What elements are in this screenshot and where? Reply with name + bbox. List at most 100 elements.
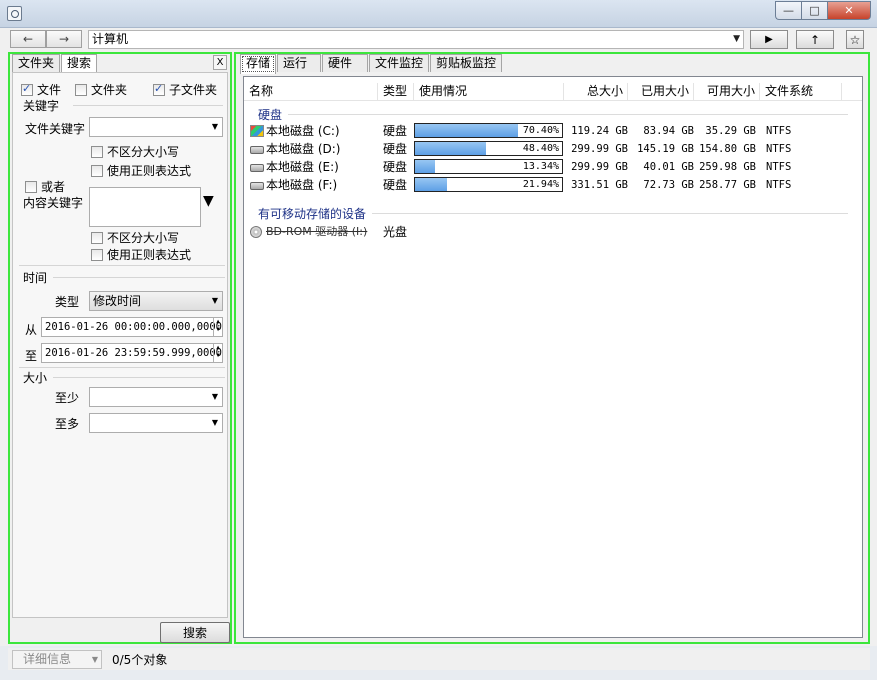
close-panel-button[interactable]: X xyxy=(213,55,227,70)
search-panel: 文件夹 搜索 X 文件 文件夹 子文件夹 关键字 文件关键字 ▼ 不区分大小写 … xyxy=(8,52,232,644)
address-bar: ← → 计算机 ▼ ▶ ↑ ☆ xyxy=(0,28,877,52)
status-inner: 详细信息 ▼ 0/5个对象 xyxy=(8,648,870,670)
drive-filesystem: NTFS xyxy=(766,143,792,155)
forward-button[interactable]: → xyxy=(46,30,82,48)
chevron-down-icon[interactable]: ▼ xyxy=(212,388,218,406)
group-hard-disks[interactable]: 硬盘 xyxy=(258,106,282,123)
drive-total: 299.99 GB xyxy=(571,143,628,155)
usage-percent: 13.34% xyxy=(522,161,559,172)
time-type-value: 修改时间 xyxy=(93,294,142,308)
drive-type: 硬盘 xyxy=(383,124,408,138)
file-regex-checkbox[interactable]: 使用正则表达式 xyxy=(91,162,191,179)
drive-list[interactable]: 名称 类型 使用情况 总大小 已用大小 可用大小 文件系统 硬盘 本地磁盘 (C… xyxy=(243,76,863,638)
table-row[interactable]: 本地磁盘 (C:) 硬盘 70.40% 119.24 GB 83.94 GB 35.29 … xyxy=(244,122,862,140)
or-label: 或者 xyxy=(41,180,66,194)
max-size-select[interactable]: ▼ xyxy=(89,413,223,433)
drive-name: 本地磁盘 (D:) xyxy=(266,142,341,156)
content-case-label: 不区分大小写 xyxy=(107,231,180,245)
checkbox-box xyxy=(91,146,103,158)
time-type-select[interactable]: 修改时间 ▼ xyxy=(89,291,223,311)
usage-percent: 21.94% xyxy=(522,179,559,190)
checkbox-box xyxy=(25,181,37,193)
detail-select[interactable]: 详细信息 ▼ xyxy=(12,650,102,669)
file-checkbox-label: 文件 xyxy=(37,83,62,97)
drive-free: 35.29 GB xyxy=(705,125,756,137)
close-window-button[interactable]: ✕ xyxy=(827,1,871,20)
maximize-button[interactable]: □ xyxy=(801,1,827,20)
chevron-down-icon[interactable]: ▼ xyxy=(92,651,98,668)
file-case-checkbox[interactable]: 不区分大小写 xyxy=(91,143,179,160)
folder-checkbox[interactable]: 文件夹 xyxy=(75,81,127,98)
chevron-down-icon[interactable]: ▼ xyxy=(733,31,740,48)
tab-folders[interactable]: 文件夹 xyxy=(12,54,61,72)
spinner-icon[interactable]: ▲ ▼ xyxy=(213,344,222,362)
table-row[interactable]: BD-ROM 驱动器 (I:) 光盘 xyxy=(244,223,862,241)
go-button[interactable]: ▶ xyxy=(750,30,788,49)
col-used[interactable]: 已用大小 xyxy=(628,83,694,100)
table-row[interactable]: 本地磁盘 (D:) 硬盘 48.40% 299.99 GB 145.19 GB 154.8… xyxy=(244,140,862,158)
status-bar: 详细信息 ▼ 0/5个对象 xyxy=(0,646,877,680)
subfolder-checkbox[interactable]: 子文件夹 xyxy=(153,81,217,98)
drive-total: 119.24 GB xyxy=(571,125,628,137)
col-usage[interactable]: 使用情况 xyxy=(414,83,564,100)
content-regex-checkbox[interactable]: 使用正则表达式 xyxy=(91,246,191,263)
file-checkbox[interactable]: 文件 xyxy=(21,81,61,98)
col-name[interactable]: 名称 xyxy=(244,83,378,100)
tab-search[interactable]: 搜索 xyxy=(61,54,98,74)
drive-free: 154.80 GB xyxy=(699,143,756,155)
keyword-heading: 关键字 xyxy=(23,99,60,113)
drive-icon xyxy=(250,182,264,190)
chevron-down-icon[interactable]: ▼ xyxy=(212,118,218,136)
minimize-button[interactable]: — xyxy=(775,1,801,20)
col-filesystem[interactable]: 文件系统 xyxy=(760,83,842,100)
col-total[interactable]: 总大小 xyxy=(564,83,628,100)
col-free[interactable]: 可用大小 xyxy=(694,83,760,100)
file-regex-label: 使用正则表达式 xyxy=(107,164,192,178)
windows-drive-icon xyxy=(250,125,264,137)
min-size-select[interactable]: ▼ xyxy=(89,387,223,407)
object-count: 0/5个对象 xyxy=(112,653,168,667)
address-input[interactable]: 计算机 ▼ xyxy=(88,30,744,49)
file-keyword-input[interactable]: ▼ xyxy=(89,117,223,137)
checkbox-box xyxy=(91,232,103,244)
time-heading: 时间 xyxy=(23,271,48,285)
spinner-icon[interactable]: ▲ ▼ xyxy=(213,318,222,336)
tab-clipboard-monitor[interactable]: 剪贴板监控 xyxy=(430,54,503,72)
or-checkbox[interactable]: 或者 xyxy=(25,178,65,195)
back-button[interactable]: ← xyxy=(10,30,46,48)
arrow-right-icon: → xyxy=(58,32,70,46)
drive-filesystem: NTFS xyxy=(766,179,792,191)
group-removable[interactable]: 有可移动存储的设备 xyxy=(258,205,366,222)
from-value: 2016-01-26 00:00:00.000,0000 xyxy=(45,321,223,333)
tab-running[interactable]: 运行 xyxy=(277,54,322,72)
col-type[interactable]: 类型 xyxy=(378,83,414,100)
divider xyxy=(53,377,225,378)
from-label: 从 xyxy=(25,323,38,337)
up-button[interactable]: ↑ xyxy=(796,30,834,49)
drive-type: 硬盘 xyxy=(383,160,408,174)
to-label: 至 xyxy=(25,349,38,363)
drive-filesystem: NTFS xyxy=(766,125,792,137)
size-heading: 大小 xyxy=(23,371,48,385)
window-controls: — □ ✕ xyxy=(775,1,871,20)
removable-type: 光盘 xyxy=(383,225,408,239)
content-keyword-input[interactable] xyxy=(89,187,201,227)
drive-used: 83.94 GB xyxy=(643,125,694,137)
to-datetime-input[interactable]: 2016-01-26 23:59:59.999,0000 ▲ ▼ xyxy=(41,343,223,363)
drive-type: 硬盘 xyxy=(383,142,408,156)
tab-file-monitor[interactable]: 文件监控 xyxy=(369,54,430,72)
table-row[interactable]: 本地磁盘 (F:) 硬盘 21.94% 331.51 GB 72.73 GB 258.77… xyxy=(244,176,862,194)
favorite-button[interactable]: ☆ xyxy=(846,30,864,49)
folder-checkbox-label: 文件夹 xyxy=(91,83,128,97)
tab-storage[interactable]: 存储 xyxy=(240,54,277,74)
chevron-down-icon[interactable]: ▼ xyxy=(212,414,218,432)
chevron-down-icon[interactable]: ▼ xyxy=(212,292,218,310)
content-case-checkbox[interactable]: 不区分大小写 xyxy=(91,229,179,246)
from-datetime-input[interactable]: 2016-01-26 00:00:00.000,0000 ▲ ▼ xyxy=(41,317,223,337)
content-dropdown-icon[interactable]: ▼ xyxy=(203,193,214,209)
table-row[interactable]: 本地磁盘 (E:) 硬盘 13.34% 299.99 GB 40.01 GB 259.98… xyxy=(244,158,862,176)
search-button[interactable]: 搜索 xyxy=(160,622,230,643)
divider xyxy=(53,277,225,278)
tab-hardware[interactable]: 硬件 xyxy=(322,54,369,72)
usage-bar: 21.94% xyxy=(414,177,563,192)
